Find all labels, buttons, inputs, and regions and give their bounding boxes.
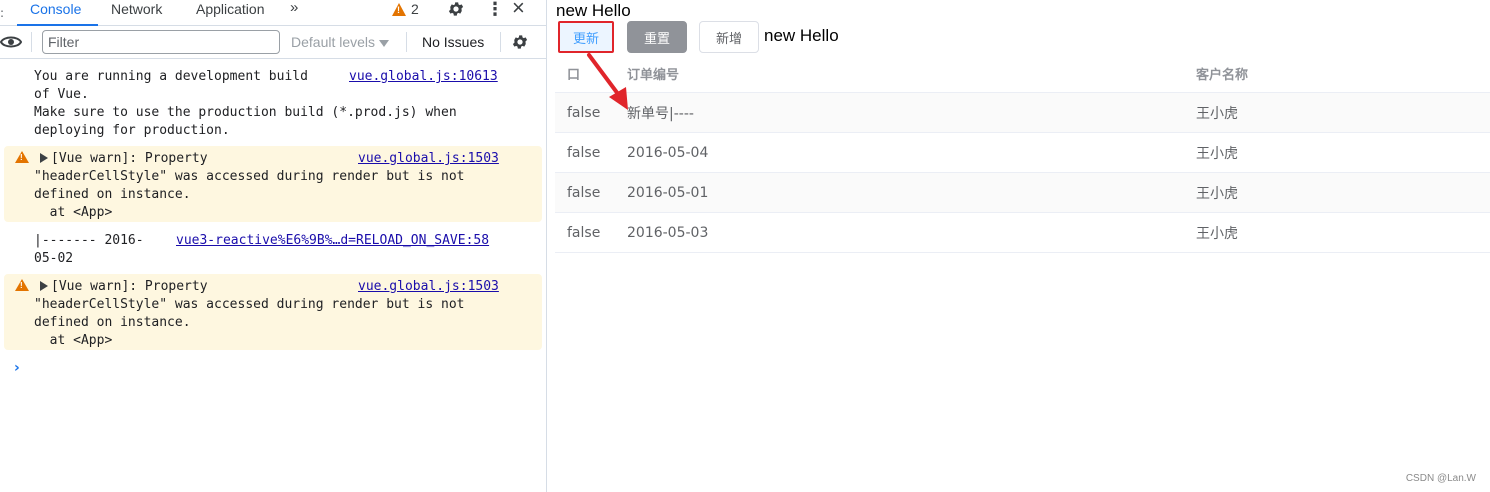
log-levels-label: Default levels (291, 34, 376, 50)
cell-order-no: 2016-05-03 (627, 224, 709, 241)
cell-flag: false (567, 184, 601, 201)
toolbar-divider (31, 32, 32, 52)
message-line: 05-02 (34, 251, 74, 266)
watermark-text: CSDN @Lan.W (1405, 473, 1476, 484)
table-row[interactable]: false 新单号|---- 王小虎 (555, 93, 1490, 133)
table-row[interactable]: false 2016-05-01 王小虎 (555, 173, 1490, 213)
message-line: defined on instance. (34, 315, 191, 330)
cell-flag: false (567, 104, 601, 121)
cell-order-no: 新单号|---- (627, 105, 694, 122)
source-link[interactable]: vue.global.js:10613 (349, 68, 498, 86)
column-header-customer: 客户名称 (1196, 67, 1249, 83)
tab-network[interactable]: Network (111, 0, 162, 26)
column-header-order-no: 订单编号 (627, 67, 680, 83)
message-line: defined on instance. (34, 187, 191, 202)
kebab-menu-icon[interactable]: ⋮ (486, 0, 504, 18)
devtools-panel: : Console Network Application » 2 ⋮ × De… (0, 0, 547, 492)
table-header: 口 订单编号 客户名称 (555, 54, 1490, 93)
cell-order-no: 2016-05-01 (627, 184, 709, 201)
console-message-warning: [Vue warn]: Property "headerCellStyle" w… (4, 146, 542, 222)
cell-customer: 王小虎 (1196, 145, 1238, 162)
message-line: Make sure to use the production build (*… (34, 105, 457, 120)
source-link[interactable]: vue.global.js:1503 (358, 150, 499, 168)
table-row[interactable]: false 2016-05-03 王小虎 (555, 213, 1490, 253)
table-row[interactable]: false 2016-05-04 王小虎 (555, 133, 1490, 173)
gear-icon[interactable] (447, 0, 465, 18)
console-message-warning: [Vue warn]: Property "headerCellStyle" w… (4, 274, 542, 350)
devtools-tabbar: : Console Network Application » 2 ⋮ × (0, 0, 546, 26)
console-message-log: |------- 2016- 05-02 vue3-reactive%E6%9B… (0, 232, 546, 268)
inline-hello-text: new Hello (764, 26, 839, 45)
cell-customer: 王小虎 (1196, 185, 1238, 202)
add-button[interactable]: 新增 (699, 21, 759, 53)
warning-counter[interactable]: 2 (392, 1, 419, 17)
update-button[interactable]: 更新 (558, 21, 614, 53)
cell-order-no: 2016-05-04 (627, 144, 709, 161)
more-tabs-icon[interactable]: » (290, 0, 299, 25)
tab-application[interactable]: Application (196, 0, 265, 26)
reset-button[interactable]: 重置 (627, 21, 687, 53)
tab-console[interactable]: Console (17, 0, 98, 26)
console-prompt-icon[interactable]: › (14, 360, 20, 376)
page-title: new Hello (556, 1, 631, 20)
message-line: "headerCellStyle" was accessed during re… (34, 169, 465, 184)
message-line: at <App> (34, 205, 113, 220)
console-message-info: You are running a development build of V… (0, 68, 546, 140)
source-link[interactable]: vue.global.js:1503 (358, 278, 499, 296)
filter-input[interactable] (42, 30, 280, 54)
console-settings-gear-icon[interactable] (511, 33, 529, 51)
toolbar-divider (500, 32, 501, 52)
column-header-checkbox: 口 (567, 67, 581, 83)
cell-customer: 王小虎 (1196, 225, 1238, 242)
eye-icon[interactable] (0, 34, 22, 50)
warning-icon (392, 3, 406, 16)
cell-flag: false (567, 224, 601, 241)
message-line: "headerCellStyle" was accessed during re… (34, 297, 465, 312)
toolbar-divider (406, 32, 407, 52)
close-icon[interactable]: × (512, 0, 525, 19)
caret-down-icon (379, 40, 390, 47)
tabbar-edge: : (0, 6, 5, 20)
message-line: deploying for production. (34, 123, 230, 138)
message-line: at <App> (34, 333, 113, 348)
cell-flag: false (567, 144, 601, 161)
message-line: of Vue. (34, 87, 89, 102)
cell-customer: 王小虎 (1196, 105, 1238, 122)
warning-count: 2 (411, 1, 419, 17)
issues-button[interactable]: No Issues (422, 34, 484, 50)
log-levels-dropdown[interactable]: Default levels (291, 34, 390, 50)
console-toolbar: Default levels No Issues (0, 27, 546, 59)
app-panel: new Hello 更新 重置 新增 new Hello 口 订单编号 客户名称… (547, 0, 1490, 492)
source-link[interactable]: vue3-reactive%E6%9B%…d=RELOAD_ON_SAVE:58 (176, 232, 489, 250)
